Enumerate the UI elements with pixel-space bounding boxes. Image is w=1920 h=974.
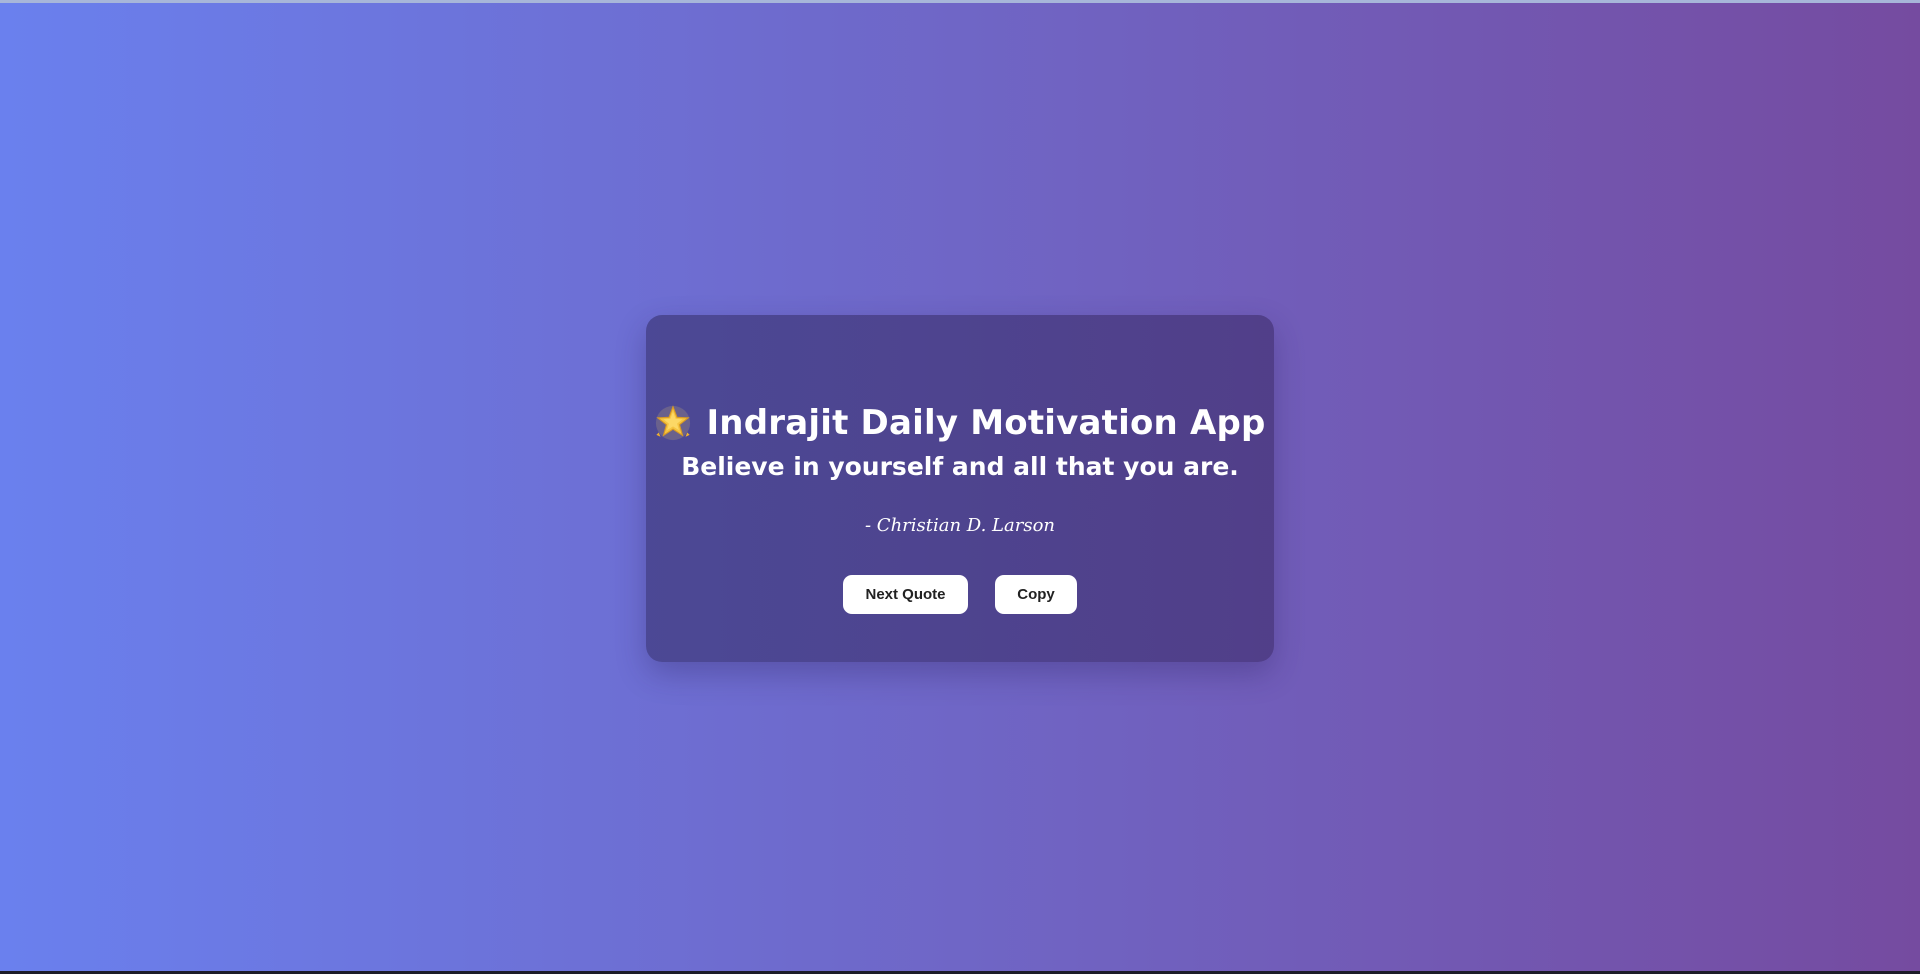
motivation-card: Indrajit Daily Motivation App Believe in…: [646, 315, 1274, 662]
copy-button[interactable]: Copy: [995, 575, 1077, 614]
quote-author: - Christian D. Larson: [865, 515, 1055, 536]
app-title: Indrajit Daily Motivation App: [706, 402, 1266, 443]
glowing-star-icon: [654, 404, 692, 442]
top-border: [0, 0, 1920, 3]
next-quote-button[interactable]: Next Quote: [843, 575, 968, 614]
quote-actions: Next Quote Copy: [646, 575, 1274, 614]
quote-text: Believe in yourself and all that you are…: [681, 452, 1239, 481]
